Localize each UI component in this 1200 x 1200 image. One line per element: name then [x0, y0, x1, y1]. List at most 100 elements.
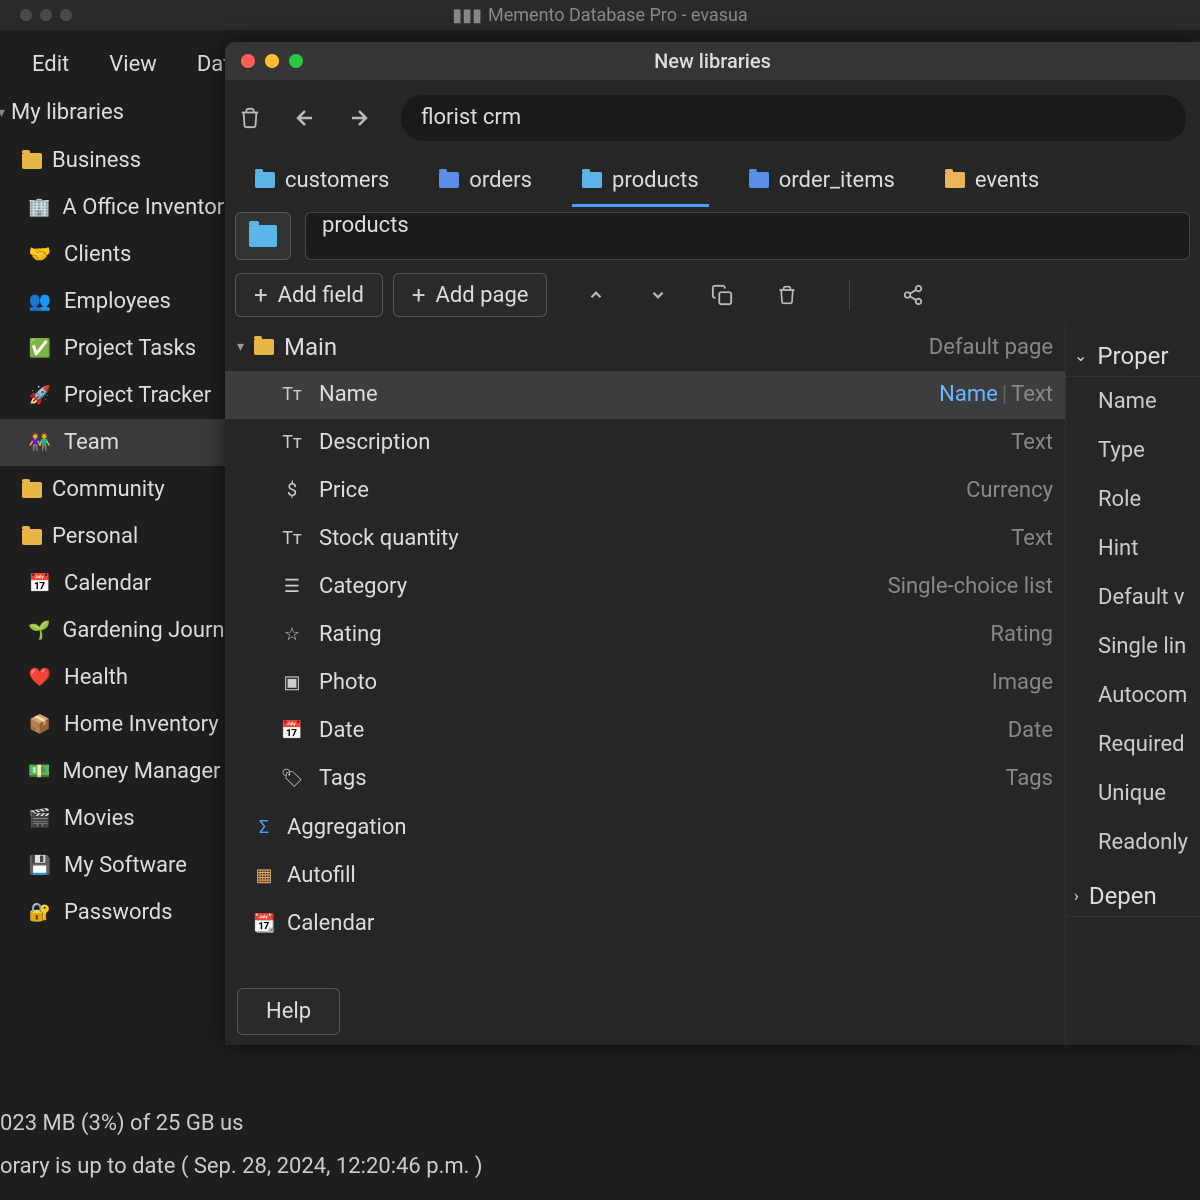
tab-orders[interactable]: orders — [429, 160, 542, 201]
sidebar-folder[interactable]: ▾Community — [0, 466, 225, 513]
sidebar-header[interactable]: ▾ My libraries — [0, 90, 225, 137]
library-icon: 💵 — [28, 760, 50, 784]
statusbar: 023 MB (3%) of 25 GB us orary is up to d… — [0, 1090, 1200, 1200]
library-icon: 🎬 — [28, 807, 52, 831]
field-type: Image — [992, 670, 1053, 695]
sidebar-item[interactable]: 📦Home Inventory — [0, 701, 225, 748]
close-icon[interactable] — [241, 54, 255, 68]
tab-products[interactable]: products — [572, 160, 709, 201]
move-down-icon[interactable] — [649, 286, 667, 304]
field-row[interactable]: 🏷TagsTags — [225, 755, 1065, 803]
sidebar-item[interactable]: 🚀 Project Tracker — [0, 372, 225, 419]
sidebar-item[interactable]: 🤝Clients — [0, 231, 225, 278]
sidebar-item[interactable]: 🔐Passwords — [0, 889, 225, 936]
actions-toolbar: + Add field + Add page — [225, 267, 1200, 323]
library-icon: 👥 — [28, 290, 52, 314]
property-row[interactable]: Required — [1066, 720, 1200, 769]
sidebar-item[interactable]: ✅Project Tasks — [0, 325, 225, 372]
main-window-title-text: Memento Database Pro - evasua — [488, 5, 748, 26]
folder-icon — [582, 172, 602, 188]
chevron-down-icon: ▾ — [0, 105, 5, 121]
section-row[interactable]: ΣAggregation — [225, 803, 1065, 851]
sidebar-item[interactable]: 👥Employees — [0, 278, 225, 325]
library-icon: 🚀 — [28, 384, 52, 408]
trash-icon[interactable] — [239, 106, 271, 130]
field-name: Tags — [319, 766, 991, 791]
property-row[interactable]: Single lin — [1066, 622, 1200, 671]
sidebar-item[interactable]: 🎬Movies — [0, 795, 225, 842]
property-row[interactable]: Name — [1066, 377, 1200, 426]
field-row[interactable]: TтStock quantityText — [225, 515, 1065, 563]
modal-titlebar: New libraries — [225, 42, 1200, 80]
sidebar-folder[interactable]: ▾Business — [0, 137, 225, 184]
field-type-icon: ▣ — [279, 672, 305, 693]
field-row[interactable]: TтNameName|Text — [225, 371, 1065, 419]
library-header: products — [225, 205, 1200, 267]
sidebar-item-label: Project Tracker — [64, 383, 211, 408]
traffic-dot[interactable] — [20, 9, 32, 21]
menubar: Edit View Dat — [0, 44, 230, 84]
add-page-button[interactable]: + Add page — [393, 273, 548, 317]
library-icon: 🏢 — [28, 196, 50, 220]
property-row[interactable]: Unique — [1066, 769, 1200, 818]
section-row[interactable]: 📆Calendar — [225, 899, 1065, 947]
maximize-icon[interactable] — [289, 54, 303, 68]
field-row[interactable]: ▣PhotoImage — [225, 659, 1065, 707]
forward-icon[interactable] — [347, 106, 379, 130]
library-icon-button[interactable] — [235, 212, 291, 260]
library-icon: 🤝 — [28, 243, 52, 267]
field-row[interactable]: 📅DateDate — [225, 707, 1065, 755]
minimize-icon[interactable] — [265, 54, 279, 68]
library-name-input[interactable]: products — [305, 212, 1190, 260]
chevron-right-icon: › — [1074, 886, 1079, 905]
tab-label: products — [612, 168, 699, 193]
tab-order_items[interactable]: order_items — [739, 160, 905, 201]
field-row[interactable]: ☰CategorySingle-choice list — [225, 563, 1065, 611]
search-input[interactable]: florist crm — [401, 95, 1186, 141]
search-value: florist crm — [421, 105, 521, 130]
chevron-down-icon: ⌄ — [1074, 346, 1087, 365]
move-up-icon[interactable] — [587, 286, 605, 304]
sidebar-item[interactable]: 🏢A Office Inventory — [0, 184, 225, 231]
menu-edit[interactable]: Edit — [32, 52, 69, 77]
field-row[interactable]: $PriceCurrency — [225, 467, 1065, 515]
property-row[interactable]: Readonly — [1066, 818, 1200, 867]
sidebar-item-label: Health — [64, 665, 128, 690]
sidebar-item[interactable]: 💾My Software — [0, 842, 225, 889]
tab-events[interactable]: events — [935, 160, 1049, 201]
sidebar-item[interactable]: 📅Calendar — [0, 560, 225, 607]
divider — [849, 280, 850, 310]
library-icon: 📦 — [28, 713, 52, 737]
copy-icon[interactable] — [711, 284, 733, 306]
property-row[interactable]: Type — [1066, 426, 1200, 475]
field-name: Stock quantity — [319, 526, 997, 551]
field-row[interactable]: ☆RatingRating — [225, 611, 1065, 659]
sidebar-item[interactable]: ❤️Health — [0, 654, 225, 701]
properties-header[interactable]: ⌄ Proper — [1066, 335, 1200, 377]
property-row[interactable]: Autocom — [1066, 671, 1200, 720]
sidebar-folder[interactable]: ▾Personal — [0, 513, 225, 560]
sidebar-item[interactable]: 💵 Money Manager — [0, 748, 225, 795]
property-row[interactable]: Default v — [1066, 573, 1200, 622]
section-row[interactable]: ▦Autofill — [225, 851, 1065, 899]
property-row[interactable]: Hint — [1066, 524, 1200, 573]
share-icon[interactable] — [902, 284, 924, 306]
tab-customers[interactable]: customers — [245, 160, 399, 201]
sidebar-item[interactable]: 👫Team — [0, 419, 225, 466]
field-type: Date — [1008, 718, 1053, 743]
traffic-dot[interactable] — [40, 9, 52, 21]
main-traffic-lights — [0, 9, 72, 21]
add-field-button[interactable]: + Add field — [235, 273, 383, 317]
traffic-dot[interactable] — [60, 9, 72, 21]
help-button[interactable]: Help — [237, 988, 340, 1035]
delete-icon[interactable] — [777, 284, 797, 306]
field-row[interactable]: TтDescriptionText — [225, 419, 1065, 467]
group-header[interactable]: ▾ Main Default page — [225, 323, 1065, 371]
property-row[interactable]: Role — [1066, 475, 1200, 524]
sidebar-item-label: Money Manager — [62, 759, 220, 784]
menu-view[interactable]: View — [109, 52, 157, 77]
sidebar-item[interactable]: 🌱Gardening Journa — [0, 607, 225, 654]
field-type: Rating — [990, 622, 1053, 647]
back-icon[interactable] — [293, 106, 325, 130]
dependencies-header[interactable]: › Depen — [1066, 875, 1200, 917]
